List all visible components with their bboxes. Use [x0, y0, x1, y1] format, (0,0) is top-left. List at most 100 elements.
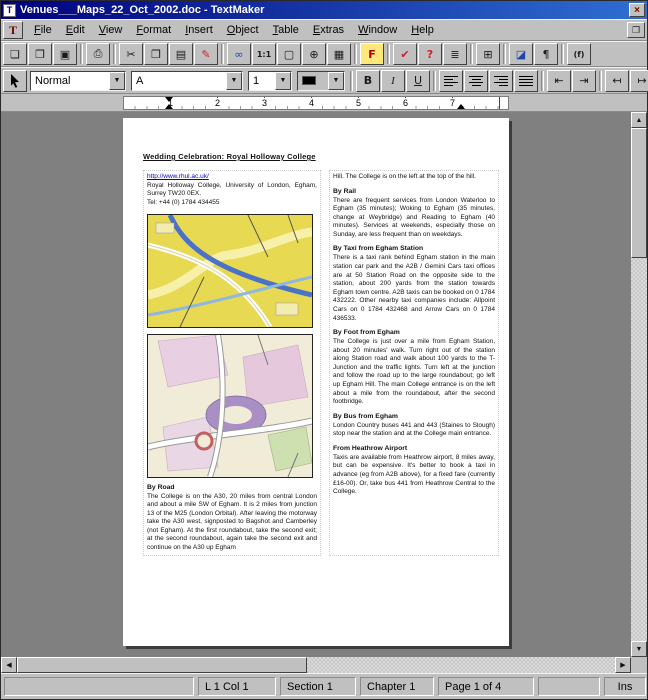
status-message-panel	[4, 677, 194, 696]
zoom-100-button[interactable]: 1:1	[252, 43, 276, 65]
menu-insert[interactable]: Insert	[178, 21, 220, 39]
copy-button[interactable]: ❐	[144, 43, 168, 65]
scroll-right-arrow[interactable]: ▶	[615, 657, 631, 673]
textmaker-window: T Venues___Maps_22_Oct_2002.doc - TextMa…	[0, 0, 648, 700]
insert-formula-button[interactable]: (f)	[567, 43, 591, 65]
bold-button[interactable]: B	[356, 70, 380, 92]
by-foot-text: The College is just over a mile from Egh…	[333, 338, 495, 407]
new-document-button[interactable]: ❏	[3, 43, 27, 65]
toolbar-separator	[561, 44, 564, 64]
italic-button[interactable]: I	[381, 70, 405, 92]
font-size-value: 1	[249, 75, 275, 87]
paragraph-style-select[interactable]: Normal ▼	[30, 71, 126, 91]
indent-decrease-button[interactable]: ⇤	[547, 70, 571, 92]
ruler-number: 5	[355, 98, 362, 109]
color-swatch	[302, 76, 316, 85]
font-value: A	[132, 75, 226, 87]
vertical-scrollbar[interactable]: ▲ ▼	[631, 112, 647, 657]
continuation-text: Hill. The College is on the left at the …	[333, 173, 495, 182]
print-button[interactable]: ⎙	[86, 43, 110, 65]
app-menu-button[interactable]: T	[3, 21, 23, 39]
vertical-scroll-thumb[interactable]	[631, 128, 647, 258]
menu-table[interactable]: Table	[266, 21, 306, 39]
chevron-down-icon[interactable]: ▼	[328, 72, 344, 90]
close-button[interactable]: ×	[629, 3, 645, 17]
menu-file[interactable]: File	[27, 21, 59, 39]
campus-map-image[interactable]	[147, 334, 313, 478]
menu-extras[interactable]: Extras	[306, 21, 351, 39]
left-column: http://www.rhul.ac.uk/ Royal Holloway Co…	[143, 170, 321, 556]
left-indent-marker[interactable]	[165, 104, 173, 109]
horizontal-scrollbar[interactable]: ◀ ▶	[1, 657, 647, 673]
toolbar-separator	[503, 44, 506, 64]
menu-format[interactable]: Format	[129, 21, 178, 39]
heathrow-text: Taxis are available from Heathrow airpor…	[333, 454, 495, 497]
scrollbar-corner	[631, 657, 647, 673]
website-link[interactable]: http://www.rhul.ac.uk/	[147, 173, 317, 182]
scroll-down-arrow[interactable]: ▼	[631, 641, 647, 657]
align-justify-button[interactable]	[514, 70, 538, 92]
road-map-image[interactable]	[147, 214, 313, 328]
align-right-button[interactable]	[489, 70, 513, 92]
by-taxi-heading: By Taxi from Egham Station	[333, 245, 495, 252]
magnifier-button[interactable]: ⊕	[302, 43, 326, 65]
tab-left-button[interactable]: ↤	[605, 70, 629, 92]
menu-help[interactable]: Help	[404, 21, 441, 39]
insert-table-button[interactable]: ⊞	[476, 43, 500, 65]
font-size-select[interactable]: 1 ▼	[248, 71, 292, 91]
status-section: Section 1	[280, 677, 356, 696]
spell-help-button[interactable]: ?	[418, 43, 442, 65]
ruler-row: 1 2 3 4 5 6 7	[1, 94, 647, 112]
save-button[interactable]: ▣	[53, 43, 77, 65]
menu-object[interactable]: Object	[220, 21, 266, 39]
page-view-button[interactable]: ▢	[277, 43, 301, 65]
horizontal-ruler[interactable]: 1 2 3 4 5 6 7	[123, 96, 509, 110]
vertical-scroll-track[interactable]	[631, 128, 647, 641]
align-left-button[interactable]	[439, 70, 463, 92]
tab-right-button[interactable]: ↦	[630, 70, 648, 92]
chevron-down-icon[interactable]: ▼	[226, 72, 242, 90]
thesaurus-button[interactable]: ≣	[443, 43, 467, 65]
paragraph-marks-button[interactable]: ¶	[534, 43, 558, 65]
chevron-down-icon[interactable]: ▼	[275, 72, 291, 90]
find-button[interactable]: ∞	[227, 43, 251, 65]
toolbar-separator	[350, 71, 353, 91]
fields-button[interactable]: F	[360, 43, 384, 65]
document-area[interactable]: Wedding Celebration: Royal Holloway Coll…	[1, 112, 631, 657]
horizontal-scroll-track[interactable]	[17, 657, 615, 673]
insert-chart-button[interactable]: ◪	[509, 43, 533, 65]
scroll-up-arrow[interactable]: ▲	[631, 112, 647, 128]
chevron-down-icon[interactable]: ▼	[109, 72, 125, 90]
ruler-number: 2	[214, 98, 221, 109]
spell-check-button[interactable]: ✔	[393, 43, 417, 65]
ruler-number: 6	[402, 98, 409, 109]
menu-view[interactable]: View	[92, 21, 130, 39]
format-paintbrush-button[interactable]: ✎	[194, 43, 218, 65]
pointer-tool-button[interactable]	[3, 70, 27, 92]
first-line-indent-marker[interactable]	[165, 97, 173, 102]
underline-button[interactable]: U	[406, 70, 430, 92]
toolbar-separator	[113, 44, 116, 64]
font-select[interactable]: A ▼	[131, 71, 243, 91]
menu-window[interactable]: Window	[351, 21, 404, 39]
document-restore-button[interactable]: ❐	[627, 22, 645, 38]
status-page: Page 1 of 4	[438, 677, 534, 696]
paste-button[interactable]: ▤	[169, 43, 193, 65]
open-folder-button[interactable]: ❒	[28, 43, 52, 65]
columns: http://www.rhul.ac.uk/ Royal Holloway Co…	[143, 170, 499, 556]
heathrow-heading: From Heathrow Airport	[333, 445, 495, 452]
scroll-left-arrow[interactable]: ◀	[1, 657, 17, 673]
align-center-button[interactable]	[464, 70, 488, 92]
font-color-select[interactable]: ▼	[297, 71, 345, 91]
status-empty-panel	[538, 677, 600, 696]
status-chapter: Chapter 1	[360, 677, 434, 696]
title-bar[interactable]: T Venues___Maps_22_Oct_2002.doc - TextMa…	[1, 1, 647, 19]
document-page[interactable]: Wedding Celebration: Royal Holloway Coll…	[123, 118, 509, 646]
grid-button[interactable]: ▦	[327, 43, 351, 65]
menu-edit[interactable]: Edit	[59, 21, 92, 39]
horizontal-scroll-thumb[interactable]	[17, 657, 307, 673]
right-indent-marker[interactable]	[457, 104, 465, 109]
cut-button[interactable]: ✂	[119, 43, 143, 65]
menu-bar: T File Edit View Format Insert Object Ta…	[1, 19, 647, 41]
indent-increase-button[interactable]: ⇥	[572, 70, 596, 92]
